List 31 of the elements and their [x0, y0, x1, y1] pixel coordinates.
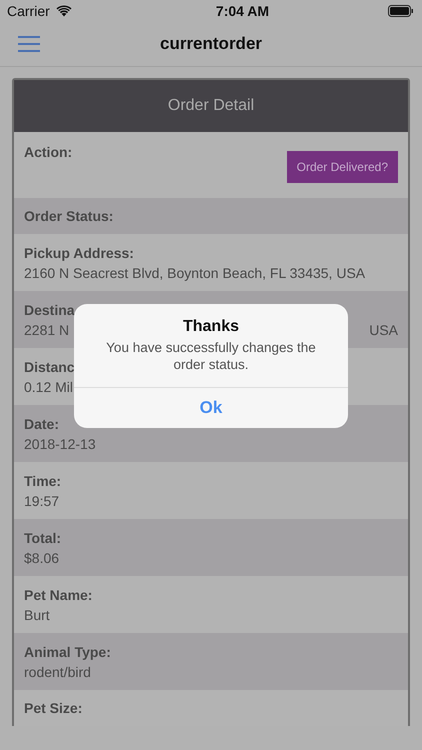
row-value: 2018-12-13 — [24, 436, 96, 452]
row-value: 19:57 — [24, 493, 60, 509]
row-label: Action: — [24, 144, 72, 160]
row-label: Date: — [24, 416, 60, 432]
row-label: Pet Name: — [24, 587, 92, 603]
row-label: Destina — [24, 302, 75, 318]
row-value: rodent/bird — [24, 664, 91, 680]
wifi-icon — [56, 5, 72, 17]
row-value: 2160 N Seacrest Blvd, Boynton Beach, FL 33435, USA — [24, 265, 366, 281]
row-value: 0.12 Mil — [24, 379, 74, 395]
order-delivered-button[interactable]: Order Delivered? — [286, 151, 398, 183]
carrier-label: Carrier — [7, 3, 50, 19]
row-label: Total: — [24, 530, 62, 546]
row-value: 2281 N — [24, 322, 70, 338]
row-label: Time: — [24, 473, 62, 489]
row-value: $8.06 — [24, 550, 60, 566]
card-title: Order Detail — [168, 97, 254, 115]
row-label: Pickup Address: — [24, 245, 134, 261]
battery-icon — [388, 5, 414, 17]
row-label: Animal Type: — [24, 644, 111, 660]
row-value: USA — [369, 322, 398, 338]
ok-button[interactable]: Ok — [74, 388, 348, 428]
screen-title: currentorder — [160, 34, 262, 54]
alert-message: You have successfully changes the order status. — [105, 339, 317, 373]
alert-title: Thanks — [182, 318, 239, 336]
row-label: Order Status: — [24, 208, 114, 224]
menu-icon[interactable] — [18, 36, 40, 52]
row-label: Pet Size: — [24, 700, 82, 716]
row-value: Burt — [24, 607, 50, 623]
row-label: Distanc — [24, 359, 75, 375]
clock-time: 7:04 AM — [216, 3, 270, 19]
